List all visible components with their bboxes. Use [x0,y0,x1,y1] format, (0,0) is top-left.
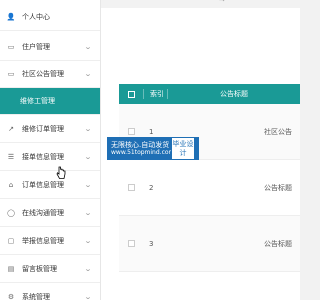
chevron-down-icon: ⌄ [83,237,93,245]
sidebar-item-message-board[interactable]: ▤ 留言板管理 ⌄ [0,256,100,283]
row-title: 社区公告 [264,127,292,136]
chevron-down-icon: ⌄ [83,265,93,273]
breadcrumb: → [219,0,225,4]
app-window: 👤 个人中心 ▭ 住户管理 ⌄ ▭ 社区公告管理 ⌄ 维修工管理 ↗ 维修订单管… [0,0,300,300]
sidebar-item-personal-center[interactable]: 👤 个人中心 [0,4,100,31]
gear-icon: ⚙ [7,293,15,300]
copy-icon: ▢ [7,237,15,245]
sidebar-item-label: 举报信息管理 [22,237,64,245]
watermark-badge: 毕业设计 [171,137,195,160]
message-icon: ▤ [7,265,15,273]
table-header: 索引 公告标题 [119,84,300,104]
sidebar-item-announcements[interactable]: ▭ 社区公告管理 ⌄ [0,61,100,88]
chevron-down-icon: ⌄ [83,153,93,161]
list-icon: ▭ [7,70,15,78]
sidebar-item-label: 订单信息管理 [22,181,64,189]
user-icon: 👤 [6,13,16,21]
row-index: 1 [149,127,154,136]
chevron-down-icon: ⌄ [83,209,93,217]
chevron-down-icon: ⌄ [83,181,93,189]
row-title: 公告标题 [264,239,292,248]
column-header-index: 索引 [143,89,167,99]
sidebar-item-label: 个人中心 [22,13,50,21]
sidebar-item-label: 接单信息管理 [22,153,64,161]
table-row[interactable]: 3 公告标题 [119,216,300,272]
chevron-down-icon: ⌄ [83,43,93,51]
sidebar-item-label: 住户管理 [22,43,50,51]
sidebar-item-label: 社区公告管理 [22,70,64,78]
menu-icon: ☰ [7,153,15,161]
sidebar-item-order-accept[interactable]: ☰ 接单信息管理 ⌄ [0,144,100,171]
sidebar-item-label: 在线沟通管理 [22,209,64,217]
row-checkbox[interactable] [119,240,143,247]
sidebar: 👤 个人中心 ▭ 住户管理 ⌄ ▭ 社区公告管理 ⌄ 维修工管理 ↗ 维修订单管… [0,0,101,300]
sidebar-item-label: 留言板管理 [22,265,57,273]
chat-icon: ◯ [7,209,15,217]
table-body: 1 社区公告 2 公告标题 3 公告标题 [119,104,300,272]
sidebar-item-residents[interactable]: ▭ 住户管理 ⌄ [0,34,100,61]
chevron-down-icon: ⌄ [83,293,93,300]
row-title: 公告标题 [264,183,292,192]
row-index: 2 [149,183,154,192]
sidebar-item-order-info[interactable]: ⌂ 订单信息管理 ⌄ [0,172,100,199]
hand-cursor-icon [56,166,66,179]
cart-icon: ⌂ [8,181,14,189]
sidebar-item-label: 维修工管理 [20,97,55,105]
row-index: 3 [149,239,154,248]
sidebar-item-online-chat[interactable]: ◯ 在线沟通管理 ⌄ [0,200,100,227]
list-icon: ▭ [7,43,15,51]
sidebar-item-repair-orders[interactable]: ↗ 维修订单管理 ⌄ [0,116,100,143]
row-checkbox[interactable] [119,184,143,191]
sidebar-item-repairmen[interactable]: 维修工管理 [0,88,100,115]
chevron-down-icon: ⌄ [83,125,93,133]
sidebar-item-label: 维修订单管理 [22,125,64,133]
data-table: 索引 公告标题 1 社区公告 2 公告标题 3 公告标题 [119,84,300,272]
row-checkbox[interactable] [119,128,143,135]
table-row[interactable]: 2 公告标题 [119,160,300,216]
chevron-down-icon: ⌄ [83,70,93,78]
select-all-checkbox[interactable] [119,90,143,98]
sidebar-item-system[interactable]: ⚙ 系统管理 ⌄ [0,284,100,300]
sidebar-item-label: 系统管理 [22,293,50,300]
breadcrumb-bar: → [101,0,300,8]
column-header-title: 公告标题 [167,89,300,99]
sidebar-item-reports[interactable]: ▢ 举报信息管理 ⌄ [0,228,100,255]
chart-icon: ↗ [8,125,14,133]
